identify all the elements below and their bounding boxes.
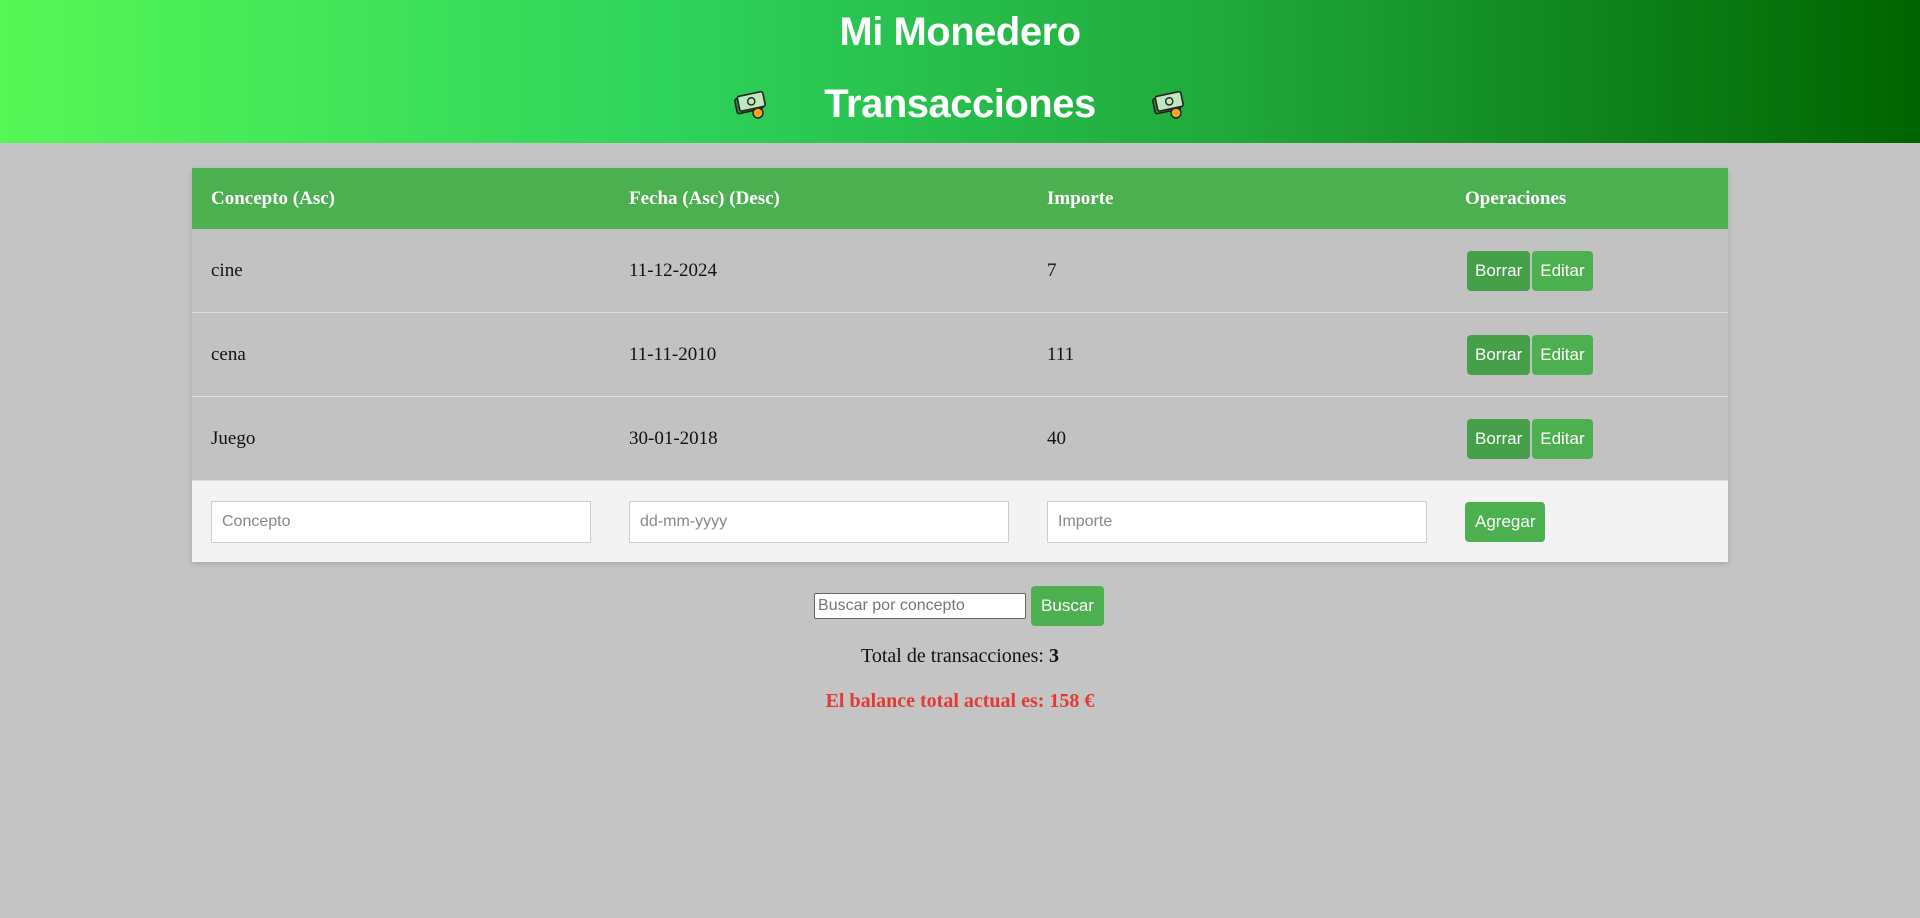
subtitle-row: Transacciones: [0, 82, 1920, 127]
edit-button[interactable]: Editar: [1532, 334, 1593, 375]
table-row: cena 11-11-2010 111 Borrar Editar: [192, 312, 1728, 397]
cell-operaciones: Borrar Editar: [1446, 229, 1728, 313]
column-header-importe: Importe: [1028, 168, 1446, 229]
total-label: Total de transacciones:: [861, 645, 1049, 667]
table-row: cine 11-12-2024 7 Borrar Editar: [192, 229, 1728, 313]
fecha-input[interactable]: [629, 500, 1009, 543]
page-subtitle: Transacciones: [824, 82, 1096, 126]
cell-importe: 40: [1028, 396, 1446, 481]
cell-concepto: Juego: [192, 396, 610, 481]
cell-importe: 7: [1028, 229, 1446, 313]
table-row: Juego 30-01-2018 40 Borrar Editar: [192, 396, 1728, 481]
total-value: 3: [1048, 645, 1059, 667]
cell-operaciones: Borrar Editar: [1446, 312, 1728, 397]
delete-button[interactable]: Borrar: [1467, 250, 1531, 291]
header: Mi Monedero Transacciones: [0, 0, 1920, 143]
concepto-input[interactable]: [211, 500, 591, 543]
money-icon: [734, 90, 768, 120]
edit-button[interactable]: Editar: [1532, 418, 1593, 459]
search-bar: Buscar: [0, 586, 1920, 626]
cell-fecha: 30-01-2018: [610, 396, 1028, 481]
column-header-fecha[interactable]: Fecha (Asc) (Desc): [610, 168, 1028, 229]
money-icon: [1151, 90, 1186, 120]
edit-button[interactable]: Editar: [1532, 250, 1593, 291]
transaction-count: Total de transacciones: 3: [0, 645, 1920, 668]
table-header-row: Concepto (Asc) Fecha (Asc) (Desc) Import…: [192, 168, 1728, 229]
cell-fecha: 11-12-2024: [610, 229, 1028, 313]
column-header-concepto[interactable]: Concepto (Asc): [192, 168, 610, 229]
importe-input[interactable]: [1047, 500, 1427, 543]
search-input[interactable]: [814, 593, 1027, 619]
delete-button[interactable]: Borrar: [1467, 418, 1531, 459]
column-header-operaciones: Operaciones: [1446, 168, 1728, 229]
add-transaction-row: Agregar: [192, 480, 1728, 562]
cell-fecha: 11-11-2010: [610, 312, 1028, 397]
cell-concepto: cena: [192, 312, 610, 397]
add-button[interactable]: Agregar: [1465, 501, 1546, 542]
search-button[interactable]: Buscar: [1031, 586, 1104, 626]
delete-button[interactable]: Borrar: [1467, 334, 1531, 375]
cell-operaciones: Borrar Editar: [1446, 396, 1728, 481]
app-title: Mi Monedero: [839, 10, 1081, 54]
transactions-table: Concepto (Asc) Fecha (Asc) (Desc) Import…: [192, 168, 1728, 562]
balance-text: El balance total actual es: 158 €: [825, 690, 1095, 712]
cell-concepto: cine: [192, 229, 610, 313]
cell-importe: 111: [1028, 312, 1446, 397]
